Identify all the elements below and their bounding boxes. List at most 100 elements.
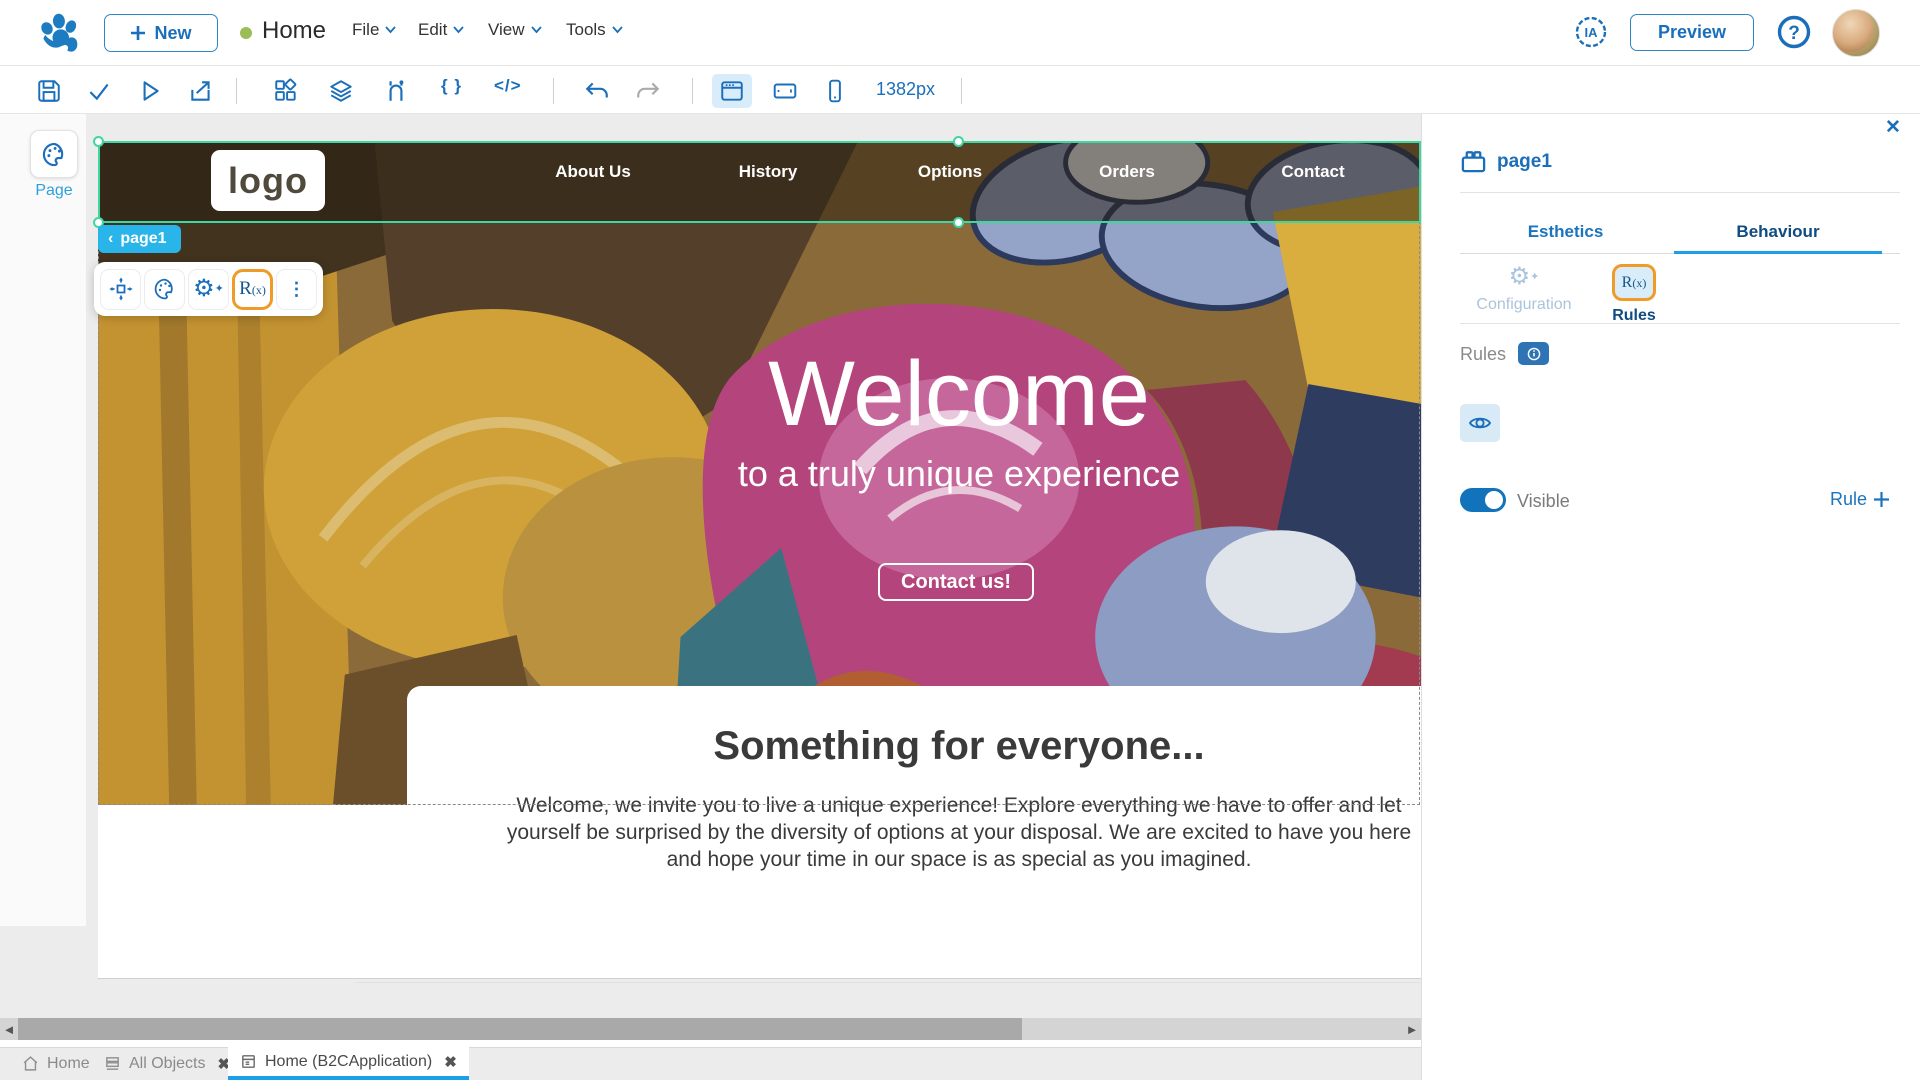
section-title: Something for everyone... bbox=[713, 724, 1205, 768]
scroll-right-arrow[interactable]: ► bbox=[1403, 1018, 1421, 1040]
plus-icon bbox=[1874, 492, 1890, 507]
new-button[interactable]: New bbox=[104, 14, 218, 52]
menu-view-label: View bbox=[488, 20, 525, 39]
menu-tools[interactable]: Tools bbox=[566, 20, 623, 40]
design-canvas[interactable]: Page logo About Us History Options Order… bbox=[0, 114, 1421, 1080]
doc-tab-label: All Objects bbox=[129, 1054, 206, 1072]
scroll-left-arrow[interactable]: ◄ bbox=[0, 1018, 18, 1040]
app-logo-icon[interactable] bbox=[36, 11, 80, 55]
connector-icon[interactable] bbox=[383, 78, 409, 104]
rules-button[interactable]: R(x) bbox=[232, 268, 273, 310]
doc-tab-all-objects[interactable]: All Objects ✖ bbox=[92, 1047, 242, 1080]
chevron-down-icon bbox=[385, 26, 397, 34]
preview-button[interactable]: Preview bbox=[1630, 14, 1754, 51]
components-icon[interactable] bbox=[273, 78, 299, 104]
inspector-panel: ✕ page1 Esthetics Behaviour ⚙✦ Configura… bbox=[1421, 114, 1920, 1080]
eye-icon bbox=[1468, 417, 1492, 429]
validate-check-icon[interactable] bbox=[86, 78, 112, 104]
save-icon[interactable] bbox=[36, 78, 62, 104]
page-tool-label: Page bbox=[35, 182, 73, 199]
new-button-label: New bbox=[154, 22, 192, 43]
toolbar-separator bbox=[553, 78, 554, 104]
element-floating-toolbar: ⚙✦ R(x) ⋮ bbox=[94, 262, 323, 316]
device-desktop-icon[interactable] bbox=[719, 78, 745, 104]
section-rules[interactable]: R(x) Rules bbox=[1574, 264, 1694, 325]
active-tab-underline bbox=[1674, 251, 1882, 254]
add-rule-button[interactable]: Rule bbox=[1830, 489, 1890, 510]
rules-rx-icon: R(x) bbox=[239, 278, 266, 299]
move-tool-button[interactable] bbox=[100, 268, 141, 310]
user-avatar[interactable] bbox=[1832, 9, 1880, 57]
export-icon[interactable] bbox=[188, 78, 214, 104]
gear-sparkle-icon: ⚙✦ bbox=[1508, 263, 1540, 290]
preview-button-label: Preview bbox=[1657, 22, 1727, 42]
viewport-width-value[interactable]: 1382px bbox=[876, 79, 935, 100]
doc-tab-home[interactable]: Home bbox=[10, 1047, 102, 1080]
source-code-icon[interactable]: </> bbox=[494, 76, 522, 96]
card-bottom-border bbox=[355, 982, 1421, 983]
panel-separator bbox=[1460, 192, 1900, 193]
kebab-menu-icon: ⋮ bbox=[287, 278, 306, 299]
menu-tools-label: Tools bbox=[566, 20, 606, 39]
top-header-bar: New Home File Edit View Tools IA Preview bbox=[0, 0, 1920, 66]
menu-file[interactable]: File bbox=[352, 20, 397, 40]
palette-icon bbox=[42, 142, 63, 166]
tab-behaviour[interactable]: Behaviour bbox=[1674, 210, 1882, 254]
visible-toggle[interactable] bbox=[1460, 488, 1506, 512]
add-rule-label: Rule bbox=[1830, 489, 1868, 509]
settings-gear-button[interactable]: ⚙✦ bbox=[188, 268, 229, 310]
ia-badge-text: IA bbox=[1585, 25, 1599, 40]
layers-icon[interactable] bbox=[328, 78, 354, 104]
variables-braces-icon[interactable]: { } bbox=[441, 76, 462, 96]
styles-palette-button[interactable] bbox=[144, 268, 185, 310]
toggle-knob bbox=[1485, 491, 1503, 509]
info-icon[interactable] bbox=[1518, 342, 1549, 365]
panel-separator bbox=[1460, 323, 1900, 324]
hero-subtitle: to a truly unique experience bbox=[737, 453, 1181, 494]
redo-icon[interactable] bbox=[635, 78, 661, 104]
selected-element-chip[interactable]: ‹ page1 bbox=[98, 225, 181, 253]
page-tool-button[interactable] bbox=[30, 130, 78, 178]
panel-title: page1 bbox=[1497, 150, 1552, 172]
chevron-down-icon bbox=[453, 26, 464, 34]
menu-view[interactable]: View bbox=[488, 20, 542, 40]
brick-icon bbox=[1461, 151, 1486, 173]
svg-text:?: ? bbox=[1788, 23, 1800, 44]
hero-title: Welcome bbox=[768, 343, 1150, 445]
gear-sparkle-icon: ⚙✦ bbox=[193, 275, 224, 302]
panel-title-row: page1 bbox=[1460, 148, 1552, 175]
ai-assistant-badge[interactable]: IA bbox=[1572, 13, 1610, 51]
doc-tab-label: Home (B2CApplication) bbox=[265, 1052, 433, 1070]
more-options-button[interactable]: ⋮ bbox=[276, 268, 317, 310]
chevron-down-icon bbox=[530, 26, 542, 34]
section-paragraph-line: yourself be surprised by the diversity o… bbox=[506, 821, 1412, 844]
help-icon[interactable]: ? bbox=[1776, 14, 1812, 50]
doc-tab-home-b2c-active[interactable]: Home (B2CApplication) ✖ bbox=[228, 1047, 469, 1080]
section-paragraph-line: Welcome, we invite you to live a unique … bbox=[516, 794, 1402, 817]
section-configuration[interactable]: ⚙✦ Configuration bbox=[1464, 264, 1584, 314]
device-tablet-icon[interactable] bbox=[772, 78, 798, 104]
horizontal-scrollbar-thumb[interactable] bbox=[18, 1018, 1022, 1040]
toolbar-separator bbox=[692, 78, 693, 104]
panel-close-icon[interactable]: ✕ bbox=[1881, 116, 1905, 139]
tab-esthetics[interactable]: Esthetics bbox=[1460, 210, 1671, 254]
ide-window: New Home File Edit View Tools IA Preview bbox=[0, 0, 1920, 1080]
run-icon[interactable] bbox=[137, 78, 163, 104]
home-icon bbox=[23, 1056, 38, 1071]
section-paragraph-line: and hope your time in our space is as sp… bbox=[666, 848, 1252, 871]
undo-icon[interactable] bbox=[584, 78, 610, 104]
selection-handle[interactable] bbox=[953, 217, 964, 228]
close-tab-icon[interactable]: ✖ bbox=[444, 1053, 457, 1071]
visibility-rule-eye-button[interactable] bbox=[1460, 404, 1500, 442]
selection-handle[interactable] bbox=[93, 136, 104, 147]
toolbar-separator bbox=[961, 78, 962, 104]
main-toolbar: { } </> 1382px bbox=[0, 66, 1920, 114]
selection-handle[interactable] bbox=[953, 136, 964, 147]
webpanel-icon bbox=[242, 1055, 255, 1068]
device-phone-icon[interactable] bbox=[822, 78, 848, 104]
contact-us-button[interactable]: Contact us! bbox=[878, 563, 1034, 601]
section-configuration-label: Configuration bbox=[1476, 296, 1572, 313]
menu-edit[interactable]: Edit bbox=[418, 20, 464, 40]
page-bottom-border bbox=[98, 978, 1421, 979]
menu-edit-label: Edit bbox=[418, 20, 448, 39]
